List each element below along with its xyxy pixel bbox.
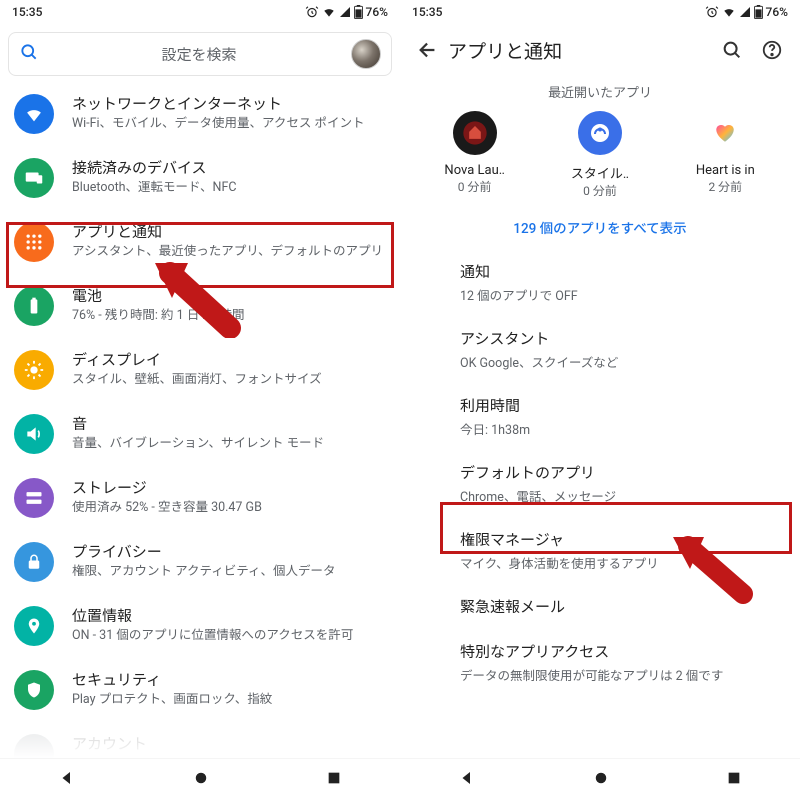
item-display[interactable]: ディスプレイスタイル、壁紙、画面消灯、フォントサイズ: [0, 338, 400, 402]
item-network[interactable]: ネットワークとインターネットWi-Fi、モバイル、データ使用量、アクセス ポイン…: [0, 82, 400, 146]
nav-home-icon[interactable]: [592, 769, 610, 791]
app-icon: [453, 111, 497, 155]
status-bar: 15:35 76%: [0, 0, 400, 24]
battery-percent: 76%: [766, 5, 788, 19]
nav-recent-icon[interactable]: [726, 770, 742, 790]
app-icon: [703, 111, 747, 155]
apps-icon: [14, 222, 54, 262]
item-connected[interactable]: 接続済みのデバイスBluetooth、運転モード、NFC: [0, 146, 400, 210]
show-all-apps[interactable]: 129 個のアプリをすべて表示: [400, 217, 800, 237]
item-apps[interactable]: アプリと通知アシスタント、最近使ったアプリ、デフォルトのアプリ: [0, 210, 400, 274]
item-battery[interactable]: 電池76% - 残り時間: 約 1 日 22 時間: [0, 274, 400, 338]
nav-recent-icon[interactable]: [326, 770, 342, 790]
row-screentime[interactable]: 利用時間今日: 1h38m: [400, 383, 800, 450]
search-icon: [19, 42, 39, 66]
wifi-icon: [322, 5, 336, 19]
item-privacy[interactable]: プライバシー権限、アカウント アクティビティ、個人データ: [0, 530, 400, 594]
account-avatar[interactable]: [351, 39, 381, 69]
nav-back-icon[interactable]: [458, 769, 476, 791]
row-assistant[interactable]: アシスタントOK Google、スクイーズなど: [400, 316, 800, 383]
search-button[interactable]: [712, 39, 752, 61]
settings-screen: 15:35 76% 設定を検索 ネットワークとインターネットWi-Fi、モバイル…: [0, 0, 400, 800]
row-special-access[interactable]: 特別なアプリアクセスデータの無制限使用が可能なアプリは 2 個です: [400, 629, 800, 696]
row-permission-manager[interactable]: 権限マネージャマイク、身体活動を使用するアプリ: [400, 517, 800, 584]
row-emergency-alerts[interactable]: 緊急速報メール: [400, 584, 800, 629]
location-icon: [14, 606, 54, 646]
status-time: 15:35: [12, 5, 305, 19]
row-notifications[interactable]: 通知12 個のアプリで OFF: [400, 249, 800, 316]
storage-icon: [14, 478, 54, 518]
nav-back-icon[interactable]: [58, 769, 76, 791]
app-icon: [578, 111, 622, 155]
battery-icon: [14, 286, 54, 326]
alarm-icon: [305, 5, 319, 19]
recent-app[interactable]: Nova Lau‥ 0 分前: [420, 111, 530, 199]
back-button[interactable]: [408, 39, 448, 61]
header-bar: アプリと通知: [400, 24, 800, 76]
header-title: アプリと通知: [448, 37, 712, 64]
signal-icon: [339, 6, 351, 18]
brightness-icon: [14, 350, 54, 390]
settings-list: ネットワークとインターネットWi-Fi、モバイル、データ使用量、アクセス ポイン…: [0, 82, 400, 786]
row-default-apps[interactable]: デフォルトのアプリChrome、電話、メッセージ: [400, 450, 800, 517]
recent-app[interactable]: Heart is in 2 分前: [670, 111, 780, 199]
battery-icon: [754, 5, 763, 19]
wifi-icon: [722, 5, 736, 19]
recent-apps: Nova Lau‥ 0 分前 スタイル‥ 0 分前 Heart is in 2 …: [400, 111, 800, 199]
item-sound[interactable]: 音音量、バイブレーション、サイレント モード: [0, 402, 400, 466]
alarm-icon: [705, 5, 719, 19]
wifi-icon: [14, 94, 54, 134]
devices-icon: [14, 158, 54, 198]
sound-icon: [14, 414, 54, 454]
status-bar: 15:35 76%: [400, 0, 800, 24]
apps-notifications-screen: 15:35 76% アプリと通知 最近開いたアプリ Nova Lau‥ 0 分前…: [400, 0, 800, 800]
shield-icon: [14, 670, 54, 710]
search-placeholder: 設定を検索: [47, 44, 351, 65]
nav-bar: [0, 758, 400, 800]
lock-icon: [14, 542, 54, 582]
signal-icon: [739, 6, 751, 18]
recent-app[interactable]: スタイル‥ 0 分前: [545, 111, 655, 199]
item-storage[interactable]: ストレージ使用済み 52% - 空き容量 30.47 GB: [0, 466, 400, 530]
detail-list: 通知12 個のアプリで OFF アシスタントOK Google、スクイーズなど …: [400, 249, 800, 696]
help-button[interactable]: [752, 39, 792, 61]
nav-home-icon[interactable]: [192, 769, 210, 791]
item-security[interactable]: セキュリティPlay プロテクト、画面ロック、指紋: [0, 658, 400, 722]
search-bar[interactable]: 設定を検索: [8, 32, 392, 76]
nav-bar: [400, 758, 800, 800]
battery-percent: 76%: [366, 5, 388, 19]
recent-apps-title: 最近開いたアプリ: [400, 82, 800, 101]
battery-icon: [354, 5, 363, 19]
item-location[interactable]: 位置情報ON - 31 個のアプリに位置情報へのアクセスを許可: [0, 594, 400, 658]
status-time: 15:35: [412, 5, 705, 19]
